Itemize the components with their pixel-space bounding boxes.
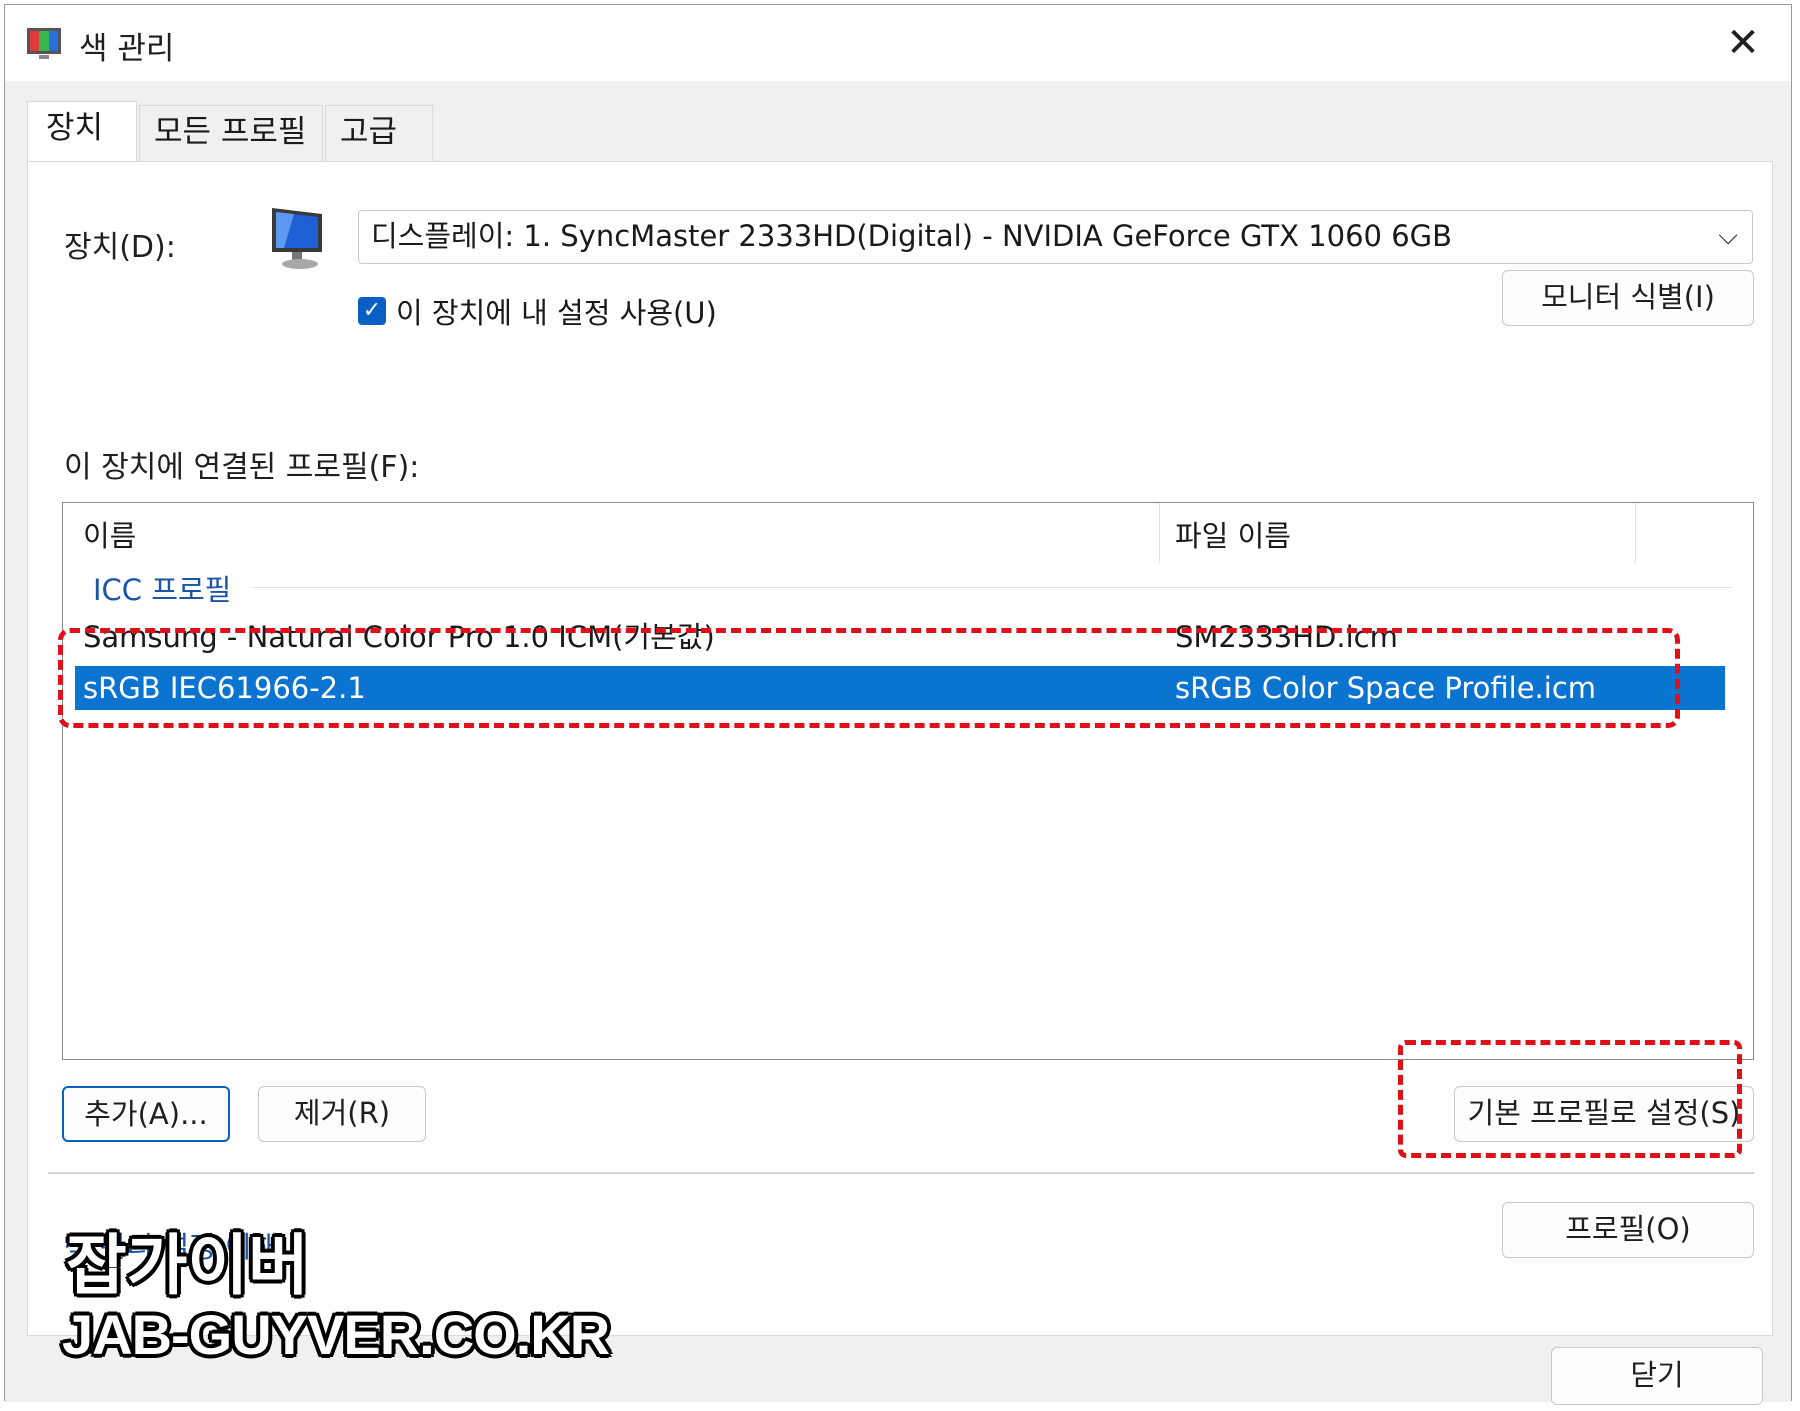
title-bar: 색 관리 ✕	[5, 5, 1791, 81]
device-label: 장치(D):	[64, 230, 176, 265]
group-divider	[253, 587, 1733, 588]
set-default-profile-button[interactable]: 기본 프로필로 설정(S)	[1454, 1086, 1754, 1142]
tab-all-profiles[interactable]: 모든 프로필	[139, 105, 323, 161]
profile-name: Samsung - Natural Color Pro 1.0 ICM(기본값)	[83, 620, 715, 654]
color-management-window: 색 관리 ✕ 장치 모든 프로필 고급 장치(D): 디스플레이: 1. Syn…	[4, 4, 1792, 1405]
tab-advanced[interactable]: 고급	[325, 105, 433, 161]
window-title: 색 관리	[79, 31, 175, 67]
use-my-settings-label: 이 장치에 내 설정 사용(U)	[396, 296, 717, 330]
column-header-name[interactable]: 이름	[83, 513, 136, 555]
device-dropdown[interactable]: 디스플레이: 1. SyncMaster 2333HD(Digital) - N…	[358, 210, 1753, 264]
remove-profile-button[interactable]: 제거(R)	[258, 1086, 426, 1142]
watermark-korean: 잡가이버	[66, 1227, 309, 1304]
device-tab-panel: 장치(D): 디스플레이: 1. SyncMaster 2333HD(Digit…	[27, 161, 1773, 1336]
tab-device[interactable]: 장치	[27, 101, 137, 161]
watermark-url: JAB-GUYVER.CO.KR	[62, 1303, 610, 1366]
color-management-app-icon	[27, 28, 61, 59]
dialog-body: 장치 모든 프로필 고급 장치(D): 디스플레이: 1. SyncMaster…	[5, 81, 1791, 1405]
tab-bar: 장치 모든 프로필 고급	[27, 101, 435, 163]
profile-list[interactable]: 이름 파일 이름 ICC 프로필 Samsung - Natural Color…	[62, 502, 1754, 1060]
table-row[interactable]: Samsung - Natural Color Pro 1.0 ICM(기본값)…	[75, 615, 1725, 659]
column-header-filename[interactable]: 파일 이름	[1175, 513, 1291, 555]
table-row-selected[interactable]: sRGB IEC61966-2.1 sRGB Color Space Profi…	[75, 666, 1725, 710]
profile-name: sRGB IEC61966-2.1	[83, 671, 366, 705]
profiles-button[interactable]: 프로필(O)	[1502, 1202, 1754, 1258]
associated-profiles-label: 이 장치에 연결된 프로필(F):	[64, 450, 420, 485]
profile-filename: SM2333HD.icm	[1175, 620, 1398, 654]
identify-monitor-button[interactable]: 모니터 식별(I)	[1502, 270, 1754, 326]
use-my-settings-checkbox-row[interactable]: ✓ 이 장치에 내 설정 사용(U)	[358, 290, 717, 332]
monitor-icon	[272, 208, 322, 269]
close-button[interactable]: 닫기	[1551, 1347, 1763, 1405]
chevron-down-icon: ⌵	[1718, 221, 1738, 251]
section-divider	[48, 1172, 1754, 1174]
group-label-icc: ICC 프로필	[93, 573, 232, 607]
profile-filename: sRGB Color Space Profile.icm	[1175, 671, 1597, 705]
column-separator	[1159, 503, 1160, 563]
add-profile-button[interactable]: 추가(A)...	[62, 1086, 230, 1142]
column-separator	[1635, 503, 1636, 563]
close-icon[interactable]: ✕	[1713, 15, 1773, 71]
use-my-settings-checkbox[interactable]: ✓	[358, 297, 386, 325]
device-dropdown-value: 디스플레이: 1. SyncMaster 2333HD(Digital) - N…	[371, 219, 1453, 253]
